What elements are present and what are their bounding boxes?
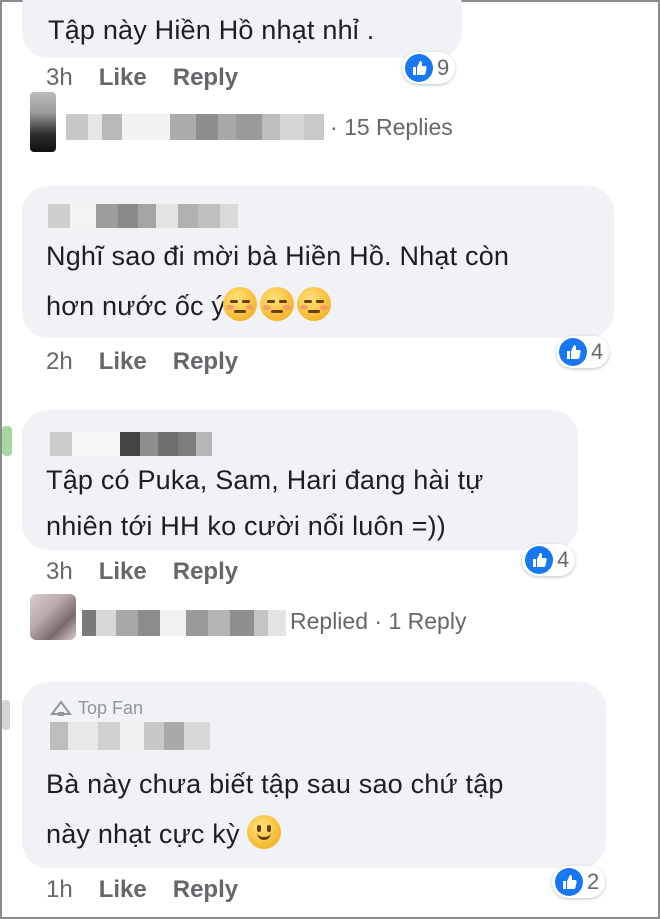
- top-fan-badge-icon: [50, 699, 72, 716]
- avatar: [2, 700, 10, 730]
- blurred-name: [48, 204, 238, 228]
- comment-line: Tập có Puka, Sam, Hari đang hài tự: [46, 465, 484, 495]
- thumbs-up-icon: [559, 338, 587, 366]
- comment-line: này nhạt cực kỳ: [46, 812, 606, 856]
- slightly-smiling-face-icon: [247, 815, 282, 849]
- comment-meta-2: 2h Like Reply: [46, 348, 238, 376]
- comment-time: 1h: [46, 876, 73, 903]
- unamused-face-icon: [260, 287, 295, 321]
- top-fan-label: Top Fan: [78, 698, 144, 718]
- blurred-name: [50, 432, 212, 456]
- like-button[interactable]: Like: [99, 558, 147, 585]
- blurred-name: [50, 722, 210, 750]
- avatar: [30, 92, 56, 152]
- view-replies-link[interactable]: · 15 Replies: [330, 114, 453, 141]
- comment-text-1: Tập này Hiền Hồ nhạt nhỉ .: [48, 15, 375, 45]
- comment-meta-1: 3h Like Reply: [46, 64, 238, 92]
- reply-button[interactable]: Reply: [173, 348, 238, 375]
- comment-text-2: Nghĩ sao đi mời bà Hiền Hồ. Nhạt còn hơn…: [46, 234, 606, 328]
- reaction-count: 2: [587, 869, 600, 894]
- comment-line: Bà này chưa biết tập sau sao chứ tập: [46, 769, 504, 799]
- comment-text-3: Tập có Puka, Sam, Hari đang hài tự nhiên…: [46, 458, 576, 548]
- unamused-face-icon: [297, 287, 332, 321]
- thumbs-up-icon: [555, 868, 583, 896]
- like-button[interactable]: Like: [99, 348, 147, 375]
- reaction-summary[interactable]: 2: [552, 866, 606, 898]
- blurred-name: [82, 610, 286, 636]
- view-replies-link[interactable]: Replied · 1 Reply: [290, 608, 466, 635]
- comment-meta-4: 1h Like Reply: [46, 876, 238, 904]
- thumbs-up-icon: [525, 546, 553, 574]
- reply-button[interactable]: Reply: [173, 876, 238, 903]
- reaction-summary[interactable]: 9: [402, 52, 456, 84]
- reaction-count: 4: [557, 547, 570, 572]
- reaction-count: 9: [437, 55, 450, 80]
- reaction-summary[interactable]: 4: [556, 336, 610, 368]
- like-button[interactable]: Like: [99, 876, 147, 903]
- top-fan-badge: Top Fan: [50, 698, 143, 719]
- comment-time: 3h: [46, 558, 73, 585]
- reply-button[interactable]: Reply: [173, 64, 238, 91]
- comment-text-4: Bà này chưa biết tập sau sao chứ tập này…: [46, 762, 606, 856]
- reaction-count: 4: [591, 339, 604, 364]
- avatar: [2, 426, 12, 456]
- comment-time: 3h: [46, 64, 73, 91]
- avatar: [30, 594, 76, 640]
- reply-button[interactable]: Reply: [173, 558, 238, 585]
- comment-meta-3: 3h Like Reply: [46, 558, 238, 586]
- reaction-summary[interactable]: 4: [522, 544, 576, 576]
- unamused-face-icon: [223, 287, 258, 321]
- comment-time: 2h: [46, 348, 73, 375]
- blurred-name: [66, 114, 324, 140]
- comment-line: Nghĩ sao đi mời bà Hiền Hồ. Nhạt còn: [46, 241, 510, 271]
- like-button[interactable]: Like: [99, 64, 147, 91]
- comment-line: hơn nước ốc ý: [46, 284, 606, 328]
- comment-line: nhiên tới HH ko cười nổi luôn =)): [46, 511, 446, 541]
- thumbs-up-icon: [405, 54, 433, 82]
